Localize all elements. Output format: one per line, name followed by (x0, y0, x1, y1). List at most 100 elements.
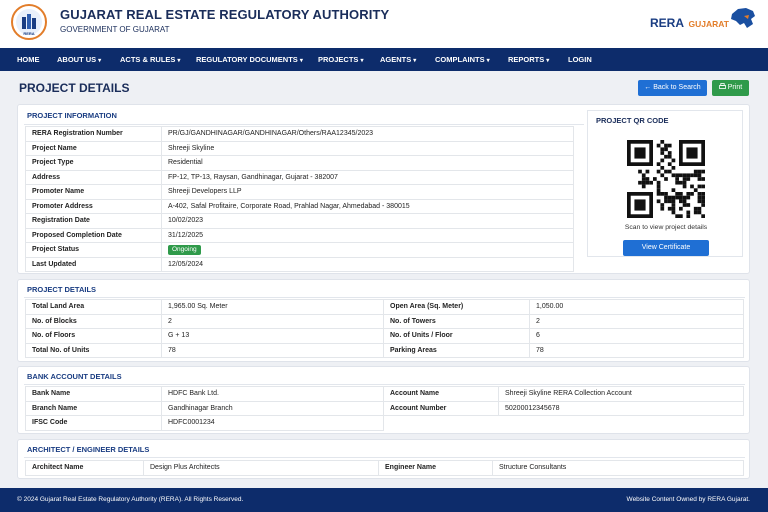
table-row: Project Type Residential (25, 155, 574, 171)
table-row: IFSC Code HDFC0001234 (25, 415, 744, 431)
gujarat-map-icon (731, 8, 755, 28)
back-to-search-button[interactable]: ← Back to Search (638, 80, 707, 96)
table-row: Total Land Area 1,965.00 Sq. Meter Open Ar… (25, 299, 744, 315)
nav-agents-label: AGENTS (380, 55, 412, 64)
rera-gujarat-brand[interactable]: RERA GUJARAT (650, 14, 729, 32)
bank-account-title: BANK ACCOUNT DETAILS (27, 372, 122, 381)
nav-home[interactable]: HOME (17, 48, 40, 71)
page-title: PROJECT DETAILS (19, 81, 130, 95)
chevron-down-icon: ▾ (413, 58, 417, 64)
info-label: RERA Registration Number (25, 126, 162, 142)
architect-value: Design Plus Architects (143, 460, 379, 476)
nav-projects[interactable]: PROJECTS ▾ (318, 48, 363, 71)
project-information-table: RERA Registration Number PR/GJ/GANDHINAGA… (25, 126, 574, 272)
info-label: Project Type (25, 155, 162, 171)
info-value: PR/GJ/GANDHINAGAR/GANDHINAGAR/Others/RAA… (161, 126, 574, 142)
nav-regulatory-documents[interactable]: REGULATORY DOCUMENTS ▾ (196, 48, 303, 71)
bank-value: HDFC Bank Ltd. (161, 386, 384, 402)
table-row: Architect Name Design Plus Architects Engi… (25, 460, 744, 476)
bank-value: 50200012345678 (498, 400, 744, 416)
site-title: GUJARAT REAL ESTATE REGULATORY AUTHORITY (60, 7, 390, 22)
architect-engineer-table: Architect Name Design Plus Architects Engi… (25, 460, 744, 476)
info-label: Project Name (25, 140, 162, 156)
section-divider (24, 384, 745, 385)
table-row: Proposed Completion Date 31/12/2025 (25, 227, 574, 243)
engineer-label: Engineer Name (378, 460, 493, 476)
nav-acts-rules[interactable]: ACTS & RULES ▾ (120, 48, 180, 71)
detail-value: G + 13 (161, 328, 384, 344)
table-row: Branch Name Gandhinagar Branch Account Num… (25, 400, 744, 416)
site-header: RERA GUJARAT REAL ESTATE REGULATORY AUTH… (0, 0, 768, 48)
section-divider (24, 297, 745, 298)
logo-text: RERA (23, 31, 35, 36)
detail-label: No. of Blocks (25, 313, 162, 329)
nav-about-us[interactable]: ABOUT US ▾ (57, 48, 101, 71)
qr-code-title: PROJECT QR CODE (596, 116, 669, 125)
nav-acts-rules-label: ACTS & RULES (120, 55, 176, 64)
info-label: Registration Date (25, 213, 162, 229)
nav-login[interactable]: LOGIN (568, 48, 592, 71)
bank-account-card: BANK ACCOUNT DETAILS Bank Name HDFC Bank … (17, 366, 750, 434)
bank-label: Branch Name (25, 400, 162, 416)
chevron-down-icon: ▾ (177, 58, 181, 64)
architect-engineer-title: ARCHITECT / ENGINEER DETAILS (27, 445, 150, 454)
nav-home-label: HOME (17, 55, 40, 64)
info-value: A-402, Safal Profitaire, Corporate Road,… (161, 198, 574, 214)
qr-caption: Scan to view project details (624, 224, 708, 231)
info-value: FP-12, TP-13, Raysan, Gandhinagar, Gujar… (161, 169, 574, 185)
table-row: Project Name Shreeji Skyline (25, 140, 574, 156)
info-value: Ongoing (161, 242, 574, 258)
nav-complaints-label: COMPLAINTS (435, 55, 485, 64)
nav-complaints[interactable]: COMPLAINTS ▾ (435, 48, 490, 71)
rera-logo-icon[interactable]: RERA (11, 4, 47, 40)
table-row: Promoter Address A-402, Safal Profitaire,… (25, 198, 574, 214)
detail-label: No. of Towers (383, 313, 530, 329)
engineer-value: Structure Consultants (492, 460, 744, 476)
status-badge: Ongoing (168, 244, 201, 255)
qr-code-card: PROJECT QR CODE Scan to view project det… (587, 110, 743, 257)
chevron-down-icon: ▾ (98, 58, 102, 64)
detail-label: Parking Areas (383, 342, 530, 358)
detail-value: 1,050.00 (529, 299, 744, 315)
nav-reports-label: REPORTS (508, 55, 545, 64)
print-button[interactable]: Print (712, 80, 749, 96)
architect-engineer-card: ARCHITECT / ENGINEER DETAILS Architect N… (17, 439, 750, 479)
chevron-down-icon: ▾ (546, 58, 550, 64)
chevron-down-icon: ▾ (360, 58, 364, 64)
table-row: No. of Blocks 2 No. of Towers 2 (25, 313, 744, 329)
info-value: Residential (161, 155, 574, 171)
nav-agents[interactable]: AGENTS ▾ (380, 48, 416, 71)
brand-sub: GUJARAT (688, 19, 729, 29)
detail-value: 1,965.00 Sq. Meter (161, 299, 384, 315)
nav-reports[interactable]: REPORTS ▾ (508, 48, 549, 71)
bank-label: Account Number (383, 400, 499, 416)
printer-icon (718, 83, 726, 89)
brand-main: RERA (650, 16, 685, 30)
detail-value: 2 (529, 313, 744, 329)
empty-cell (499, 416, 744, 431)
info-value: 31/12/2025 (161, 227, 574, 243)
table-row: Last Updated 12/05/2024 (25, 256, 574, 272)
project-details-card: PROJECT DETAILS Total Land Area 1,965.00 … (17, 279, 750, 362)
project-details-table: Total Land Area 1,965.00 Sq. Meter Open Ar… (25, 299, 744, 358)
bank-value: HDFC0001234 (161, 415, 384, 431)
info-value: 12/05/2024 (161, 256, 574, 272)
detail-label: Total Land Area (25, 299, 162, 315)
empty-cell (384, 416, 499, 431)
info-value: Shreeji Developers LLP (161, 184, 574, 200)
info-label: Promoter Name (25, 184, 162, 200)
view-certificate-button[interactable]: View Certificate (623, 240, 709, 256)
info-label: Address (25, 169, 162, 185)
project-information-title: PROJECT INFORMATION (27, 111, 117, 120)
detail-value: 78 (161, 342, 384, 358)
bank-value: Gandhinagar Branch (161, 400, 384, 416)
footer-ownership: Website Content Owned by RERA Gujarat. (626, 496, 750, 503)
print-label: Print (727, 84, 743, 91)
footer-copyright: © 2024 Gujarat Real Estate Regulatory Au… (17, 496, 244, 503)
section-divider (24, 124, 584, 125)
table-row: Registration Date 10/02/2023 (25, 213, 574, 229)
table-row: RERA Registration Number PR/GJ/GANDHINAGA… (25, 126, 574, 142)
qr-code-icon[interactable] (625, 140, 707, 218)
detail-label: Open Area (Sq. Meter) (383, 299, 530, 315)
site-subtitle: GOVERNMENT OF GUJARAT (60, 25, 170, 34)
